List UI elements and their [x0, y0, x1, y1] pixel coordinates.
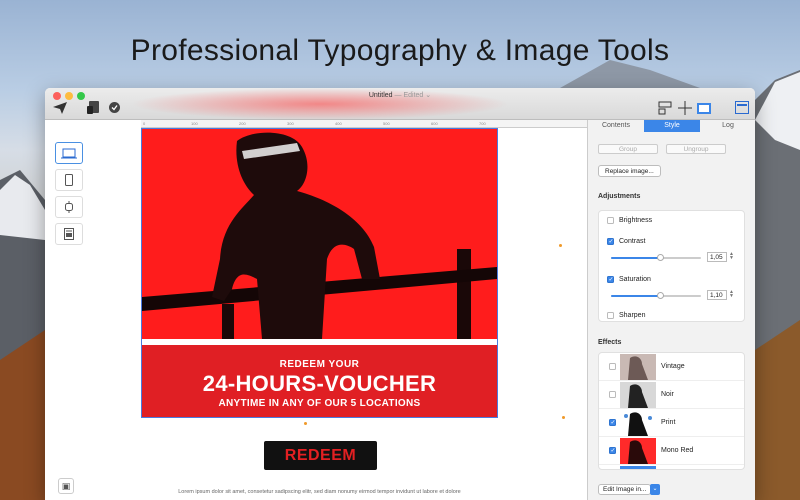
canvas-area[interactable]: 0 100 200 300 400 500 600 700 REDEEM YOU… [45, 120, 587, 500]
saturation-value-field[interactable]: 1,10 [707, 290, 727, 300]
resize-handle[interactable] [304, 422, 307, 425]
resize-handle[interactable] [562, 416, 565, 419]
print-thumbnail [620, 410, 656, 436]
contrast-stepper[interactable]: ▲ ▼ [729, 252, 734, 261]
blue-thumbnail [620, 466, 656, 469]
lorem-paragraph[interactable]: Lorem ipsum dolor sit amet, consetetur s… [141, 489, 498, 495]
promo-line-1[interactable]: REDEEM YOUR [142, 359, 497, 370]
ungroup-button[interactable]: Ungroup [666, 144, 726, 154]
saturation-stepper[interactable]: ▲ ▼ [729, 290, 734, 299]
inspector-tabs: Contents Style Log [588, 120, 755, 132]
hero-title: Professional Typography & Image Tools [130, 34, 670, 67]
window-title: Untitled — Edited ⌄ [368, 92, 432, 99]
horizontal-ruler[interactable]: 0 100 200 300 400 500 600 700 [141, 120, 587, 128]
app-window: Untitled — Edited ⌄ 0 100 200 300 400 50… [45, 88, 755, 500]
effect-checkbox[interactable] [609, 419, 616, 426]
laptop-icon [61, 148, 77, 158]
effect-noir[interactable]: Noir [599, 381, 744, 409]
send-icon[interactable] [53, 102, 67, 116]
contrast-slider-knob[interactable] [657, 254, 664, 261]
adjustments-heading: Adjustments [598, 193, 641, 200]
saturation-slider-knob[interactable] [657, 292, 664, 299]
contrast-row[interactable]: Contrast [607, 238, 645, 245]
phone-icon [65, 174, 73, 186]
redeem-button[interactable]: REDEEM [264, 441, 377, 470]
saturation-row[interactable]: Saturation [607, 276, 651, 283]
effect-print[interactable]: Print [599, 409, 744, 437]
effect-checkbox[interactable] [609, 447, 616, 454]
edit-image-button[interactable]: Edit Image in... [598, 484, 652, 495]
saturation-slider-fill [611, 295, 661, 297]
sharpen-checkbox[interactable] [607, 312, 614, 319]
promo-block[interactable]: REDEEM YOUR 24-HOURS-VOUCHER ANYTIME IN … [142, 345, 497, 417]
inspector-panel: Contents Style Log Group Ungroup Replace… [587, 120, 755, 500]
layers-icon[interactable]: ▣ [58, 478, 74, 494]
athlete-photo[interactable] [142, 129, 497, 339]
group-button[interactable]: Group [598, 144, 658, 154]
resize-handle[interactable] [559, 244, 562, 247]
noir-thumbnail [620, 382, 656, 408]
tab-contents[interactable]: Contents [588, 120, 644, 132]
inspector-toggle-icon[interactable] [697, 101, 711, 117]
sharpen-row[interactable]: Sharpen [607, 312, 645, 319]
effects-card: Vintage Noir Print Mono Red [598, 352, 745, 470]
sidebar-toggle-icon[interactable] [735, 101, 749, 116]
edit-image-dropdown[interactable]: ⌄ [650, 484, 660, 495]
replace-image-button[interactable]: Replace image... [598, 165, 661, 177]
vintage-thumbnail [620, 354, 656, 380]
watch-preview-button[interactable] [55, 196, 83, 218]
effect-checkbox[interactable] [609, 391, 616, 398]
email-preview-button[interactable] [55, 223, 83, 245]
contrast-slider-fill [611, 257, 661, 259]
desktop-preview-button[interactable] [55, 142, 83, 164]
saturation-slider[interactable] [611, 292, 701, 299]
watch-icon [65, 201, 73, 213]
check-icon[interactable] [109, 102, 120, 115]
promo-headline[interactable]: 24-HOURS-VOUCHER [142, 371, 497, 397]
effect-mono-red[interactable]: Mono Red [599, 437, 744, 465]
phone-preview-button[interactable] [55, 169, 83, 191]
contrast-slider[interactable] [611, 254, 701, 261]
effect-checkbox[interactable] [609, 363, 616, 370]
effects-heading: Effects [598, 339, 622, 346]
saturation-checkbox[interactable] [607, 276, 614, 283]
effect-vintage[interactable]: Vintage [599, 353, 744, 381]
poster-artboard[interactable]: REDEEM YOUR 24-HOURS-VOUCHER ANYTIME IN … [141, 128, 498, 418]
brightness-checkbox[interactable] [607, 217, 614, 224]
brightness-row[interactable]: Brightness [607, 217, 652, 224]
effect-next[interactable] [599, 465, 744, 469]
promo-line-3[interactable]: ANYTIME IN ANY OF OUR 5 LOCATIONS [142, 398, 497, 409]
align-cross-icon[interactable] [678, 101, 692, 117]
tab-style[interactable]: Style [644, 120, 700, 132]
contrast-checkbox[interactable] [607, 238, 614, 245]
mono-red-thumbnail [620, 438, 656, 464]
tab-log[interactable]: Log [700, 120, 755, 132]
contrast-value-field[interactable]: 1,05 [707, 252, 727, 262]
device-strip [55, 142, 87, 250]
adjustments-card: Brightness Contrast 1,05 ▲▼ Saturation 1… [598, 210, 745, 322]
layout-icon[interactable] [658, 101, 672, 117]
title-bar: Untitled — Edited ⌄ [45, 88, 755, 120]
document-icon [64, 228, 74, 240]
device-preview-icon[interactable] [87, 100, 103, 116]
